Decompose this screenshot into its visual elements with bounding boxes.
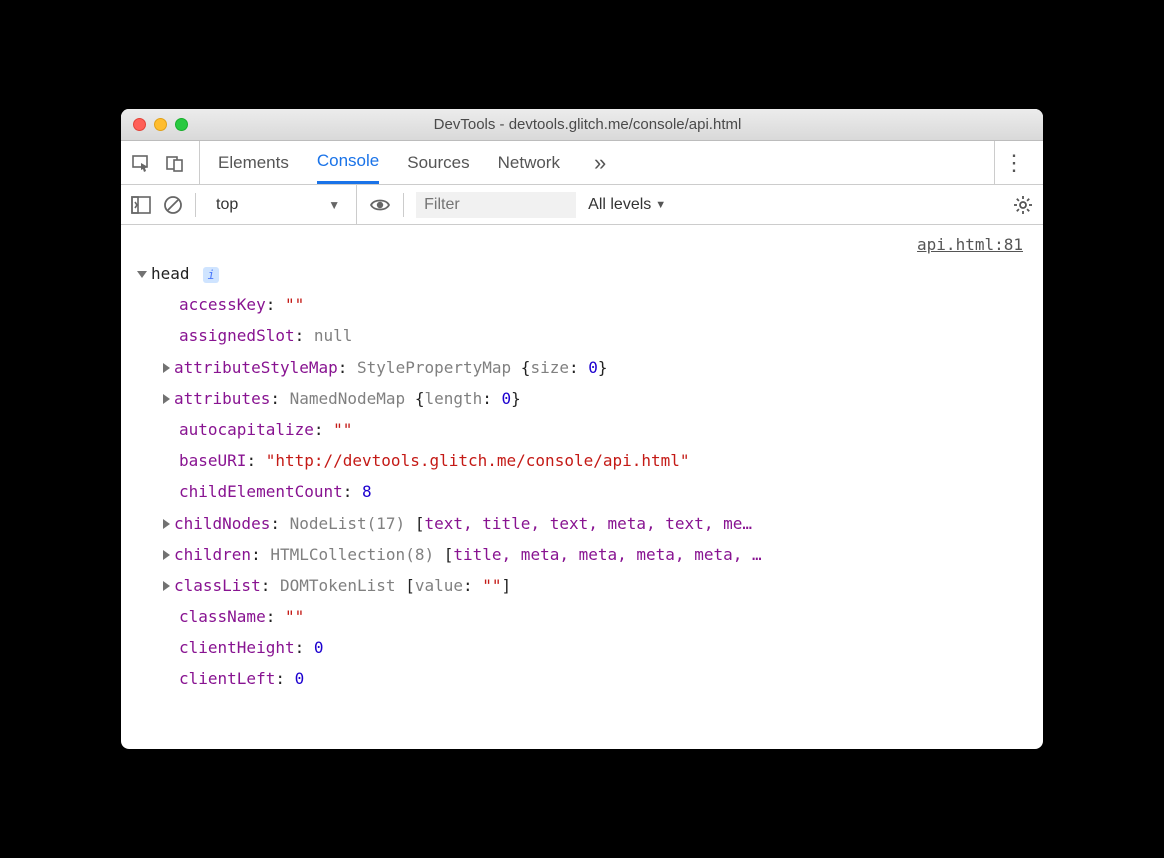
- tab-console[interactable]: Console: [317, 141, 379, 184]
- expand-arrow-icon[interactable]: [163, 581, 170, 591]
- prop-row[interactable]: classList: DOMTokenList [value: ""]: [137, 570, 1027, 601]
- tab-network[interactable]: Network: [498, 141, 560, 184]
- expand-arrow-icon[interactable]: [163, 394, 170, 404]
- console-sidebar-toggle-icon[interactable]: [131, 196, 151, 214]
- tab-sources[interactable]: Sources: [407, 141, 469, 184]
- device-toggle-icon[interactable]: [165, 153, 185, 173]
- context-selector[interactable]: top ▼: [208, 185, 357, 224]
- prop-row[interactable]: autocapitalize: "": [137, 414, 1027, 445]
- tab-elements[interactable]: Elements: [218, 141, 289, 184]
- prop-row[interactable]: clientHeight: 0: [137, 632, 1027, 663]
- prop-row[interactable]: childNodes: NodeList(17) [text, title, t…: [137, 508, 1027, 539]
- chevron-down-icon: ▼: [328, 198, 340, 212]
- panel-tabbar: Elements Console Sources Network » ⋮: [121, 141, 1043, 185]
- window-title: DevTools - devtools.glitch.me/console/ap…: [144, 116, 1031, 133]
- prop-row[interactable]: className: "": [137, 601, 1027, 632]
- prop-row[interactable]: attributes: NamedNodeMap {length: 0}: [137, 383, 1027, 414]
- log-levels-selector[interactable]: All levels ▼: [588, 196, 666, 214]
- info-badge-icon[interactable]: i: [203, 267, 219, 283]
- prop-row[interactable]: clientLeft: 0: [137, 663, 1027, 694]
- eye-icon[interactable]: [369, 194, 391, 216]
- expand-arrow-icon[interactable]: [163, 550, 170, 560]
- prop-row[interactable]: accessKey: "": [137, 289, 1027, 320]
- prop-row[interactable]: assignedSlot: null: [137, 320, 1027, 351]
- more-menu[interactable]: ⋮: [994, 141, 1033, 184]
- titlebar: DevTools - devtools.glitch.me/console/ap…: [121, 109, 1043, 141]
- levels-label: All levels: [588, 196, 651, 214]
- devtools-window: DevTools - devtools.glitch.me/console/ap…: [121, 109, 1043, 749]
- inspect-icon[interactable]: [131, 153, 151, 173]
- clear-console-icon[interactable]: [163, 195, 183, 215]
- prop-row[interactable]: childElementCount: 8: [137, 476, 1027, 507]
- context-value: top: [216, 196, 238, 214]
- prop-row[interactable]: attributeStyleMap: StylePropertyMap {siz…: [137, 352, 1027, 383]
- expand-arrow-icon[interactable]: [137, 271, 147, 278]
- expand-arrow-icon[interactable]: [163, 363, 170, 373]
- source-link[interactable]: api.html:81: [121, 225, 1043, 258]
- filter-input[interactable]: [416, 192, 576, 218]
- prop-row[interactable]: children: HTMLCollection(8) [title, meta…: [137, 539, 1027, 570]
- object-root[interactable]: head i: [137, 258, 1027, 289]
- expand-arrow-icon[interactable]: [163, 519, 170, 529]
- console-output: head i accessKey: "" assignedSlot: null …: [121, 258, 1043, 749]
- console-toolbar: top ▼ All levels ▼: [121, 185, 1043, 225]
- prop-row[interactable]: baseURI: "http://devtools.glitch.me/cons…: [137, 445, 1027, 476]
- gear-icon[interactable]: [1013, 195, 1033, 215]
- tab-overflow[interactable]: »: [588, 141, 612, 184]
- chevron-down-icon: ▼: [655, 199, 666, 211]
